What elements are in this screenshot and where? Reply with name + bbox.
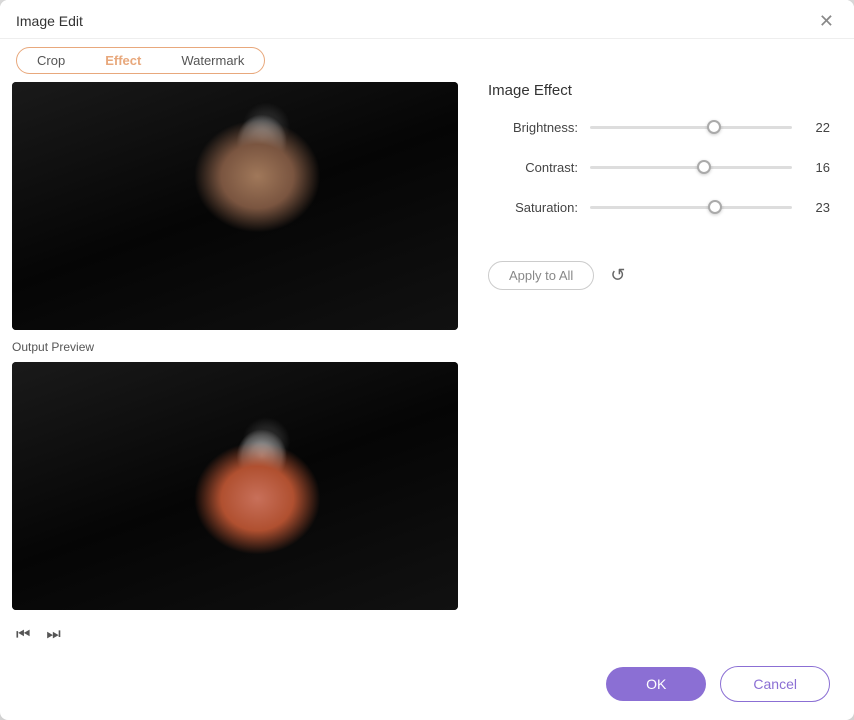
brightness-slider-wrap [590,117,792,137]
prev-frame-button[interactable]: ⏮ [12,622,34,648]
output-image-render [12,362,458,610]
output-preview-label: Output Preview [12,340,458,354]
brightness-slider[interactable] [590,126,792,129]
controls-bar: ⏮ ⏭ [12,616,458,648]
contrast-slider[interactable] [590,166,792,169]
reset-button[interactable]: ↺ [606,261,629,290]
original-preview [12,82,458,330]
original-image-render [12,82,458,330]
saturation-slider-wrap [590,197,792,217]
contrast-row: Contrast: 16 [488,157,830,177]
saturation-slider[interactable] [590,206,792,209]
right-panel: Image Effect Brightness: 22 Contrast: 16… [470,82,854,652]
ok-button[interactable]: OK [606,667,706,701]
title-bar: Image Edit ✕ [0,0,854,39]
actions-row: Apply to All ↺ [488,261,830,290]
dialog-title: Image Edit [16,13,83,29]
main-content: Output Preview ⏮ ⏭ Image Effect Brightne… [0,74,854,652]
tab-crop[interactable]: Crop [17,48,85,73]
cancel-button[interactable]: Cancel [720,666,830,702]
output-preview [12,362,458,610]
output-image [12,362,458,610]
brightness-label: Brightness: [488,120,578,135]
contrast-label: Contrast: [488,160,578,175]
saturation-value: 23 [802,200,830,215]
tab-effect[interactable]: Effect [85,48,161,73]
contrast-value: 16 [802,160,830,175]
apply-to-all-button[interactable]: Apply to All [488,261,594,290]
image-edit-dialog: Image Edit ✕ Crop Effect Watermark Outpu… [0,0,854,720]
original-image [12,82,458,330]
saturation-row: Saturation: 23 [488,197,830,217]
effect-title: Image Effect [488,82,830,99]
tab-watermark[interactable]: Watermark [161,48,264,73]
tabs-bar: Crop Effect Watermark [0,39,854,74]
close-button[interactable]: ✕ [815,10,838,32]
brightness-row: Brightness: 22 [488,117,830,137]
footer: OK Cancel [0,652,854,720]
tab-group: Crop Effect Watermark [16,47,265,74]
left-panel: Output Preview ⏮ ⏭ [0,82,470,652]
saturation-label: Saturation: [488,200,578,215]
next-frame-button[interactable]: ⏭ [42,622,64,648]
brightness-value: 22 [802,120,830,135]
contrast-slider-wrap [590,157,792,177]
